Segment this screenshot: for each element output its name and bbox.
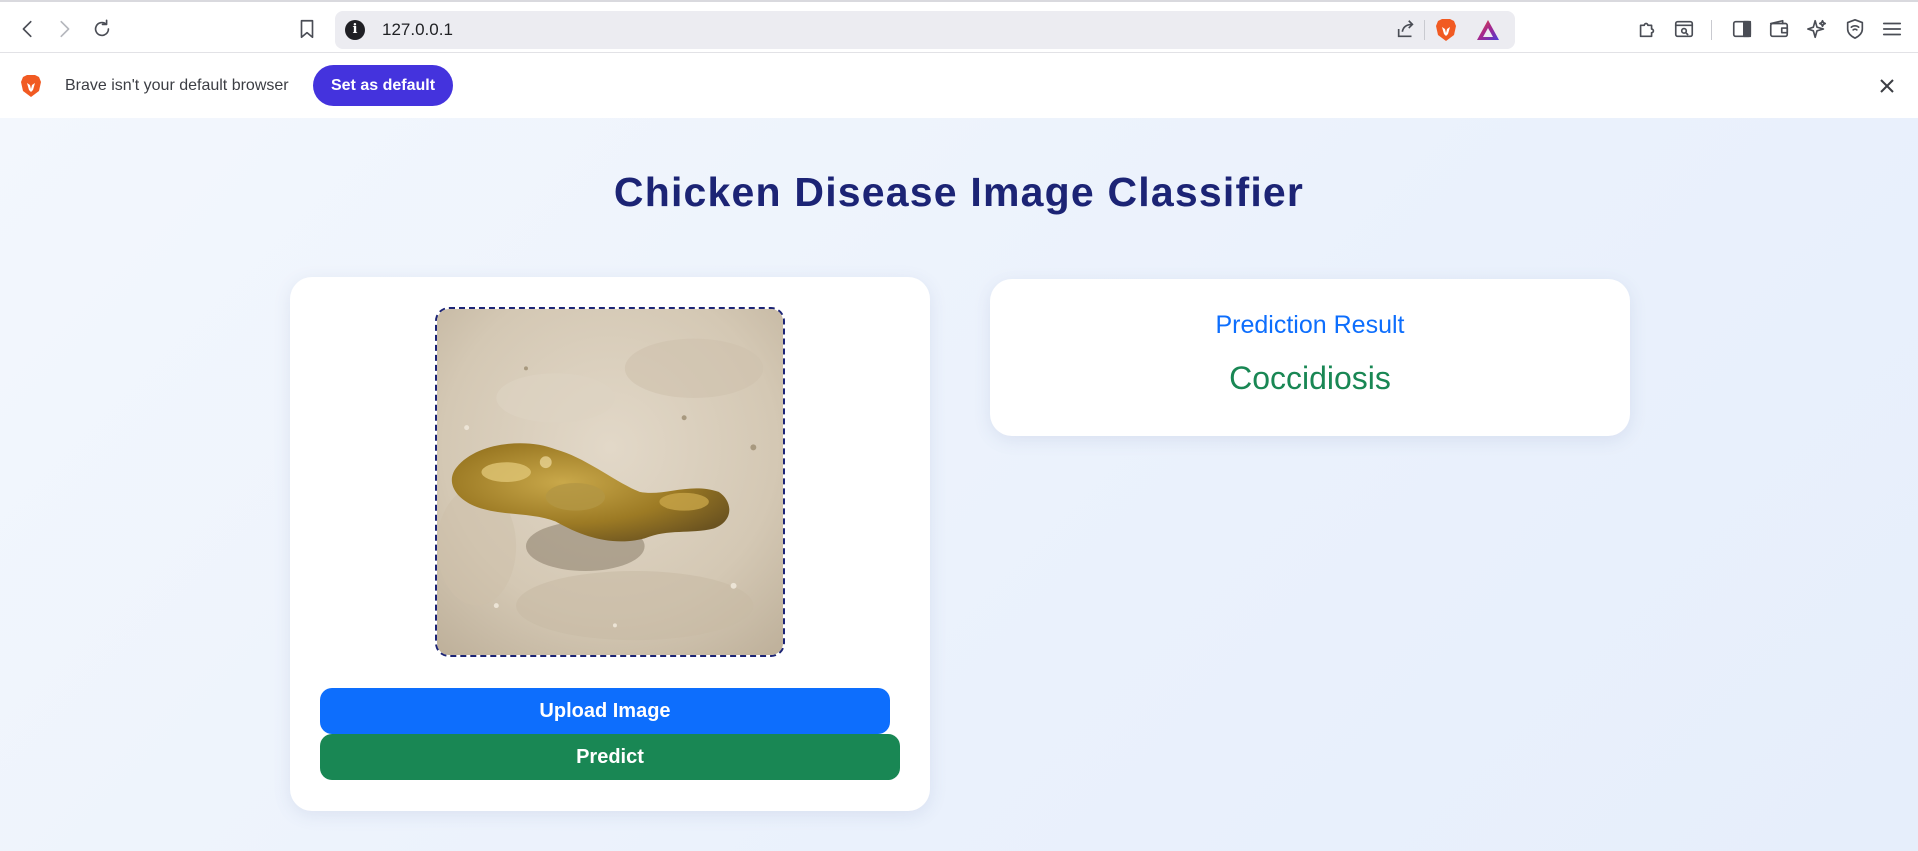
brave-lion-icon[interactable] [1433, 17, 1459, 43]
hamburger-menu-icon[interactable] [1877, 14, 1907, 44]
forward-arrow-icon[interactable] [49, 14, 79, 44]
sidebar-icon[interactable] [1727, 14, 1757, 44]
address-bar[interactable]: i 127.0.0.1 [335, 11, 1515, 49]
prediction-result-heading: Prediction Result [1215, 311, 1405, 339]
back-arrow-icon[interactable] [13, 14, 43, 44]
wallet-icon[interactable] [1764, 14, 1794, 44]
set-as-default-button[interactable]: Set as default [313, 65, 453, 106]
close-icon[interactable] [1876, 75, 1898, 97]
address-bar-divider [1424, 20, 1425, 40]
sparkle-icon[interactable] [1802, 14, 1832, 44]
default-browser-infobar: Brave isn't your default browser Set as … [0, 53, 1918, 118]
toolbar-divider [1711, 20, 1712, 40]
predict-button[interactable]: Predict [320, 734, 900, 780]
prediction-result-value: Coccidiosis [1229, 360, 1391, 396]
brave-lion-icon [21, 75, 41, 97]
uploaded-image [437, 309, 783, 655]
image-preview[interactable] [435, 307, 785, 657]
browser-toolbar: i 127.0.0.1 [0, 0, 1918, 53]
share-icon[interactable] [1395, 18, 1417, 45]
url-text[interactable]: 127.0.0.1 [382, 20, 453, 40]
upload-image-button[interactable]: Upload Image [320, 688, 890, 734]
infobar-message: Brave isn't your default browser [65, 77, 289, 94]
page-title: Chicken Disease Image Classifier [613, 169, 1305, 215]
bookmark-icon[interactable] [292, 14, 322, 44]
brave-rewards-icon[interactable] [1475, 18, 1501, 42]
upload-card: Upload Image Predict [290, 277, 930, 811]
prediction-result-card: Prediction Result Coccidiosis [990, 279, 1630, 436]
site-info-icon[interactable]: i [345, 20, 365, 40]
reload-icon[interactable] [87, 14, 117, 44]
tab-search-icon[interactable] [1669, 14, 1699, 44]
puzzle-icon[interactable] [1632, 14, 1662, 44]
page-content: Chicken Disease Image Classifier Upload … [0, 118, 1918, 851]
shield-wifi-icon[interactable] [1840, 14, 1870, 44]
